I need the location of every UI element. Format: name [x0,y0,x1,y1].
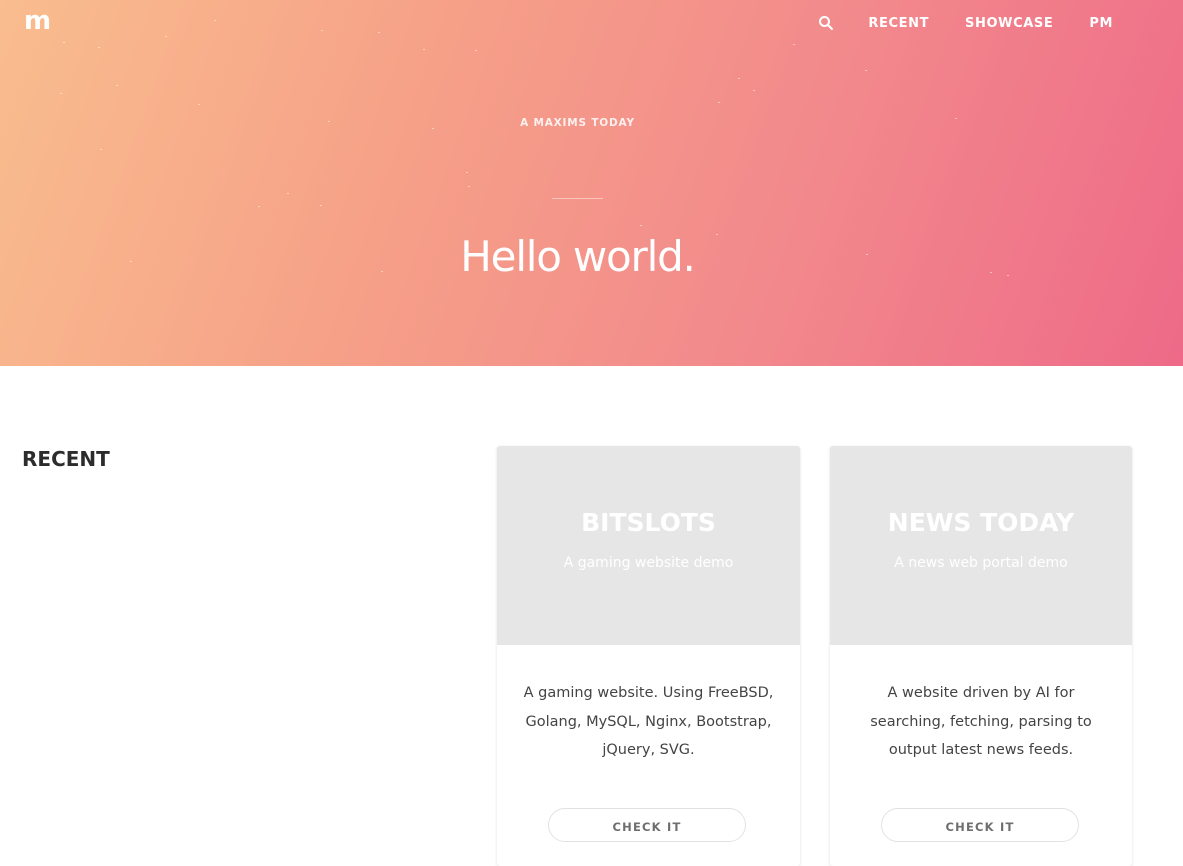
hero-divider [552,198,603,199]
nav-showcase[interactable]: SHOWCASE [965,16,1053,31]
card-thumbnail[interactable]: NEWS TODAY A news web portal demo [830,446,1132,645]
sparkle-dot [100,149,102,150]
sparkle-dot [753,90,755,91]
sparkle-dot [423,49,425,50]
sparkle-dot [793,44,795,45]
site-logo[interactable]: m [24,6,51,36]
sparkle-dot [214,20,216,21]
sparkle-dot [198,104,200,105]
sparkle-dot [718,102,720,103]
card-thumbnail-title: BITSLOTS [581,508,716,537]
sparkle-dot [466,172,468,173]
hero-headline: Hello world. [460,232,696,281]
sparkle-dot [475,50,477,51]
card-description: A gaming website. Using FreeBSD, Golang,… [523,685,774,758]
check-it-button[interactable]: CHECK IT [548,808,746,842]
sparkle-dot [468,186,470,187]
recent-section-title: RECENT [22,447,110,471]
sparkle-dot [165,36,167,37]
search-icon[interactable] [818,15,834,31]
sparkle-dot [116,85,118,86]
hero-banner: m RECENT SHOWCASE PM A MAXIMS TODAY Hell… [0,0,1183,366]
sparkle-dot [378,32,380,33]
sparkle-dot [98,47,100,48]
sparkle-dot [320,205,322,206]
nav-pm[interactable]: PM [1089,16,1113,31]
sparkle-dot [63,42,65,43]
sparkle-dot [640,225,642,226]
card-thumbnail[interactable]: BITSLOTS A gaming website demo [497,446,800,645]
project-card: BITSLOTS A gaming website demo A gaming … [497,446,800,866]
sparkle-dot [865,70,867,71]
project-card: NEWS TODAY A news web portal demo A webs… [830,446,1132,866]
sparkle-dot [60,93,62,94]
sparkle-dot [738,78,740,79]
sparkle-dot [321,30,323,31]
card-thumbnail-subtitle: A gaming website demo [563,555,734,571]
card-thumbnail-subtitle: A news web portal demo [894,555,1068,571]
sparkle-dot [258,206,260,207]
card-thumbnail-title: NEWS TODAY [887,508,1075,537]
top-nav: RECENT SHOWCASE PM [818,15,1113,31]
sparkle-dot [287,193,289,194]
check-it-button[interactable]: CHECK IT [881,808,1079,842]
hero-kicker: A MAXIMS TODAY [520,117,635,129]
card-description: A website driven by AI for searching, fe… [870,685,1092,758]
nav-recent[interactable]: RECENT [868,16,929,31]
